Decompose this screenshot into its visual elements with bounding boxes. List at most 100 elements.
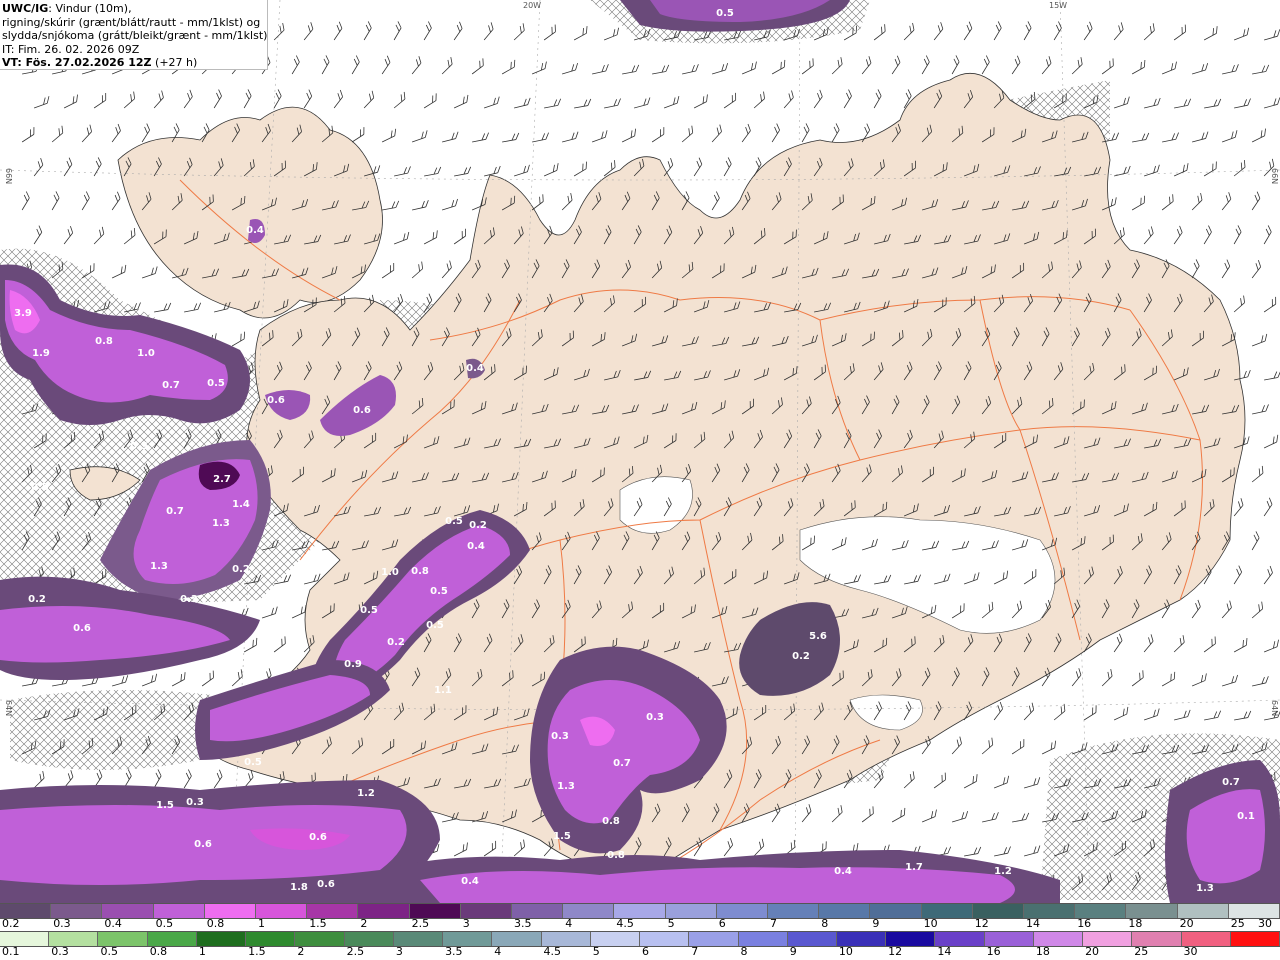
init-time: IT: Fim. 26. 02. 2026 09Z [2, 42, 140, 56]
colorbar-label: 4 [565, 917, 573, 930]
colorbar-segment [870, 904, 922, 918]
wind-barb [363, 21, 372, 41]
colorbar-segment [819, 904, 871, 918]
map-info-box: UWC/IG: Vindur (10m), rigning/skúrir (gr… [0, 0, 268, 70]
wind-barb [993, 701, 1003, 721]
wind-barb [381, 55, 391, 75]
wind-barb [21, 127, 35, 143]
precip-value-label: 1.4 [232, 499, 250, 510]
colorbar-label: 6 [718, 917, 726, 930]
colorbar-segment [738, 932, 788, 946]
wind-barb [411, 56, 422, 75]
colorbar-segment [1230, 932, 1280, 946]
wind-barb [573, 161, 587, 177]
wind-barb [591, 130, 608, 143]
wind-barb [951, 55, 960, 75]
wind-barb [801, 804, 812, 823]
wind-barb [1024, 777, 1041, 789]
precip-value-label: 0.7 [196, 760, 214, 771]
precip-value-label: 0.6 [309, 832, 327, 843]
precip-value-label: 0.7 [162, 380, 180, 391]
precip-value-label: 5.6 [809, 631, 827, 642]
colorbar-label: 1.5 [248, 945, 266, 958]
wind-barb [982, 812, 999, 823]
wind-barb [111, 264, 127, 279]
precip-value-label: 0.5 [426, 620, 444, 631]
wind-barb [1222, 64, 1239, 75]
precip-value-label: 0.6 [194, 839, 212, 850]
colorbar-segment [0, 932, 50, 946]
wind-barb [1263, 639, 1279, 653]
wind-barb [1263, 296, 1277, 313]
colorbar-segment [49, 932, 99, 946]
precip-value-label: 0.2 [469, 520, 487, 531]
title-desc-3: slydda/snjókoma (grátt/bleikt/grænt - mm… [2, 29, 268, 42]
wind-barb [621, 128, 637, 143]
wind-barb [903, 771, 915, 789]
wind-barb [1263, 497, 1273, 517]
colorbar-segment [787, 932, 837, 946]
grid-label-64n-left: 64N [4, 700, 13, 716]
colorbar-label: 9 [872, 917, 880, 930]
colorbar-label: 2 [297, 945, 305, 958]
wind-barb [1233, 638, 1248, 653]
wind-barb [1251, 465, 1264, 483]
wind-barb [1053, 703, 1066, 721]
colorbar-segment [295, 932, 345, 946]
wind-barb [933, 22, 944, 41]
wind-barb [861, 56, 872, 75]
wind-barb [723, 837, 734, 857]
colorbar-segment [393, 932, 444, 946]
colorbar-segment [147, 932, 197, 946]
colorbar-label: 16 [986, 945, 1001, 958]
wind-barb [771, 59, 786, 75]
colorbar-label: 2 [360, 917, 368, 930]
colorbar-label: 0.3 [53, 917, 71, 930]
colorbar-label: 16 [1077, 917, 1092, 930]
colorbar-label: 5 [667, 917, 675, 930]
wind-barb [993, 775, 1010, 789]
wind-barb [1251, 333, 1268, 347]
wind-barb [1221, 192, 1232, 211]
wind-barb [412, 200, 429, 211]
precip-value-label: 0.5 [31, 482, 49, 493]
wind-barb [382, 200, 400, 211]
colorbar-label: 7 [691, 945, 699, 958]
wind-barb [141, 673, 158, 687]
colorbar-label: 14 [937, 945, 952, 958]
precip-value-label: 1.8 [290, 882, 308, 893]
colorbar-label: 10 [838, 945, 853, 958]
wind-barb [441, 260, 452, 279]
colorbar-segment [1177, 904, 1229, 918]
wind-barb [1233, 27, 1250, 41]
wind-barb [693, 94, 708, 109]
precip-value-label: 0.8 [602, 816, 620, 827]
wind-barb [303, 22, 314, 41]
wind-barb [1131, 59, 1146, 75]
wind-barb [663, 96, 680, 109]
colorbar-label: 0.1 [2, 945, 20, 958]
grid-label-66n-right: 66N [1270, 168, 1279, 184]
wind-barb [1221, 259, 1231, 279]
wind-barb [423, 21, 432, 41]
wind-barb [693, 157, 703, 177]
wind-barb [1263, 565, 1273, 585]
wind-barb [123, 227, 136, 245]
wind-barb [921, 55, 930, 75]
wind-barb [861, 806, 874, 823]
wind-barb [951, 736, 962, 755]
wind-barb [753, 838, 765, 857]
precip-value-label: 0.9 [344, 659, 362, 670]
wind-barb [1204, 710, 1222, 721]
wind-barb [513, 23, 525, 41]
precip-value-label: 1.5 [553, 831, 571, 842]
wind-barb [33, 771, 45, 789]
wind-barb [1222, 674, 1238, 687]
wind-barb [183, 769, 192, 789]
colorbar-segment [153, 904, 205, 918]
wind-barb [363, 90, 375, 109]
wind-barb [1083, 21, 1093, 41]
colorbar-segment [256, 904, 308, 918]
wind-barb [411, 261, 424, 279]
wind-barb [1173, 24, 1186, 41]
